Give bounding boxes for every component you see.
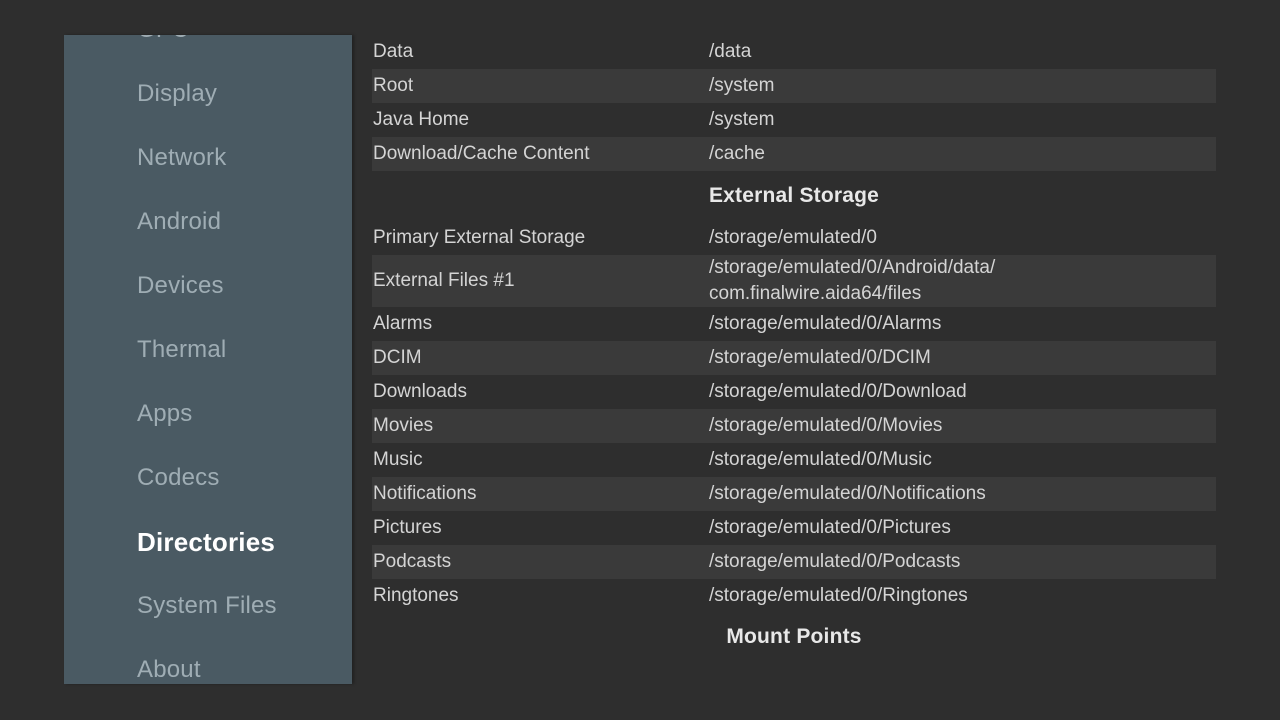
- row-key: DCIM: [372, 345, 709, 371]
- table-row[interactable]: Movies/storage/emulated/0/Movies: [372, 409, 1216, 443]
- row-key: Podcasts: [372, 549, 709, 575]
- sidebar-navigation[interactable]: GPU Display Network Android Devices Thermal Ap…: [64, 35, 352, 684]
- row-key: External Files #1: [372, 268, 709, 294]
- directories-content-panel[interactable]: Data/dataRoot/systemJava Home/systemDown…: [372, 35, 1280, 720]
- table-row[interactable]: DCIM/storage/emulated/0/DCIM: [372, 341, 1216, 375]
- row-value: /storage/emulated/0/Pictures: [709, 515, 1216, 541]
- table-row[interactable]: Downloads/storage/emulated/0/Download: [372, 375, 1216, 409]
- sidebar-item-label: Codecs: [137, 464, 220, 491]
- table-row[interactable]: Notifications/storage/emulated/0/Notific…: [372, 477, 1216, 511]
- sidebar-item-network[interactable]: Network: [64, 126, 352, 190]
- sidebar-item-system-files[interactable]: System Files: [64, 574, 352, 638]
- row-value: /storage/emulated/0/Download: [709, 379, 1216, 405]
- sidebar-item-android[interactable]: Android: [64, 190, 352, 254]
- row-value: /storage/emulated/0/Movies: [709, 413, 1216, 439]
- sidebar-item-codecs[interactable]: Codecs: [64, 446, 352, 510]
- sidebar-item-thermal[interactable]: Thermal: [64, 318, 352, 382]
- row-key: Java Home: [372, 107, 709, 133]
- table-row[interactable]: Data/data: [372, 35, 1216, 69]
- table-row[interactable]: Pictures/storage/emulated/0/Pictures: [372, 511, 1216, 545]
- table-row[interactable]: Ringtones/storage/emulated/0/Ringtones: [372, 579, 1216, 613]
- row-key: Root: [372, 73, 709, 99]
- row-value: /cache: [709, 141, 1216, 167]
- aida64-directories-screen: GPU Display Network Android Devices Thermal Ap…: [0, 0, 1280, 720]
- row-key: Data: [372, 39, 709, 65]
- row-key: Notifications: [372, 481, 709, 507]
- row-value: /storage/emulated/0/Podcasts: [709, 549, 1216, 575]
- table-row[interactable]: Music/storage/emulated/0/Music: [372, 443, 1216, 477]
- sidebar-item-label: About: [137, 656, 201, 683]
- sidebar-item-list: GPU Display Network Android Devices Thermal Ap…: [64, 35, 352, 684]
- sidebar-item-label: Directories: [137, 527, 275, 557]
- row-value: /storage/emulated/0/DCIM: [709, 345, 1216, 371]
- row-key: Ringtones: [372, 583, 709, 609]
- row-key: Music: [372, 447, 709, 473]
- sidebar-item-display[interactable]: Display: [64, 62, 352, 126]
- sidebar-item-label: System Files: [137, 592, 277, 619]
- section-heading-external-storage: External Storage: [372, 171, 1216, 221]
- sidebar-item-label: Android: [137, 208, 221, 235]
- row-key: Primary External Storage: [372, 225, 709, 251]
- table-row[interactable]: Download/Cache Content/cache: [372, 137, 1216, 171]
- table-row[interactable]: Alarms/storage/emulated/0/Alarms: [372, 307, 1216, 341]
- sidebar-item-label: GPU: [137, 35, 190, 43]
- directories-row-list: Data/dataRoot/systemJava Home/systemDown…: [372, 35, 1280, 661]
- row-key: Movies: [372, 413, 709, 439]
- sidebar-item-label: Thermal: [137, 336, 226, 363]
- table-row[interactable]: Java Home/system: [372, 103, 1216, 137]
- sidebar-item-label: Apps: [137, 400, 193, 427]
- row-value: /storage/emulated/0/Notifications: [709, 481, 1216, 507]
- section-heading-mount-points: Mount Points: [372, 613, 1216, 661]
- table-row[interactable]: Primary External Storage/storage/emulate…: [372, 221, 1216, 255]
- row-value: /data: [709, 39, 1216, 65]
- table-row[interactable]: Root/system: [372, 69, 1216, 103]
- sidebar-item-about[interactable]: About: [64, 638, 352, 684]
- sidebar-item-directories[interactable]: Directories: [64, 510, 352, 574]
- row-value: /system: [709, 107, 1216, 133]
- row-value: /storage/emulated/0/Alarms: [709, 311, 1216, 337]
- sidebar-item-label: Devices: [137, 272, 224, 299]
- row-key: Downloads: [372, 379, 709, 405]
- table-row[interactable]: External Files #1/storage/emulated/0/And…: [372, 255, 1216, 307]
- sidebar-item-label: Display: [137, 80, 217, 107]
- row-value: /storage/emulated/0/Ringtones: [709, 583, 1216, 609]
- sidebar-item-label: Network: [137, 144, 226, 171]
- sidebar-item-devices[interactable]: Devices: [64, 254, 352, 318]
- row-key: Pictures: [372, 515, 709, 541]
- row-key: Alarms: [372, 311, 709, 337]
- sidebar-item-apps[interactable]: Apps: [64, 382, 352, 446]
- row-value: /storage/emulated/0: [709, 225, 1216, 251]
- row-value: /system: [709, 73, 1216, 99]
- row-key: Download/Cache Content: [372, 141, 709, 167]
- row-value: /storage/emulated/0/Music: [709, 447, 1216, 473]
- table-row[interactable]: Podcasts/storage/emulated/0/Podcasts: [372, 545, 1216, 579]
- sidebar-item-gpu[interactable]: GPU: [64, 35, 352, 62]
- row-value: /storage/emulated/0/Android/data/ com.fi…: [709, 255, 1216, 307]
